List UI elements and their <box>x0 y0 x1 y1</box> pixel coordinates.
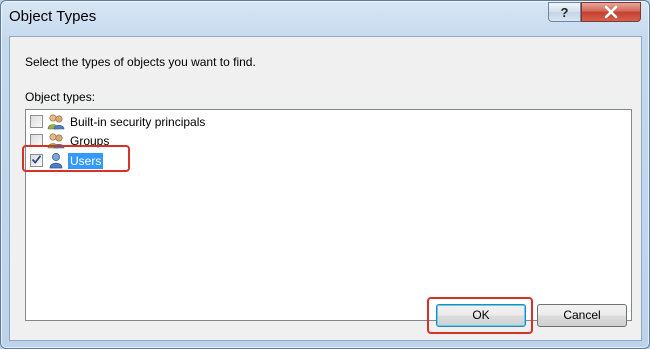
ok-button[interactable]: OK <box>436 304 526 327</box>
dialog-title: Object Types <box>9 8 97 25</box>
users-annotation-highlight <box>22 145 130 172</box>
checkbox-built-in-security-principals[interactable] <box>30 115 43 128</box>
group-users-icon <box>47 113 65 130</box>
dialog-body: Select the types of objects you want to … <box>9 36 642 341</box>
instruction-text: Select the types of objects you want to … <box>25 55 256 69</box>
close-button[interactable] <box>581 2 641 22</box>
list-item-built-in-security-principals[interactable]: Built-in security principals <box>30 112 207 131</box>
close-icon <box>604 5 618 23</box>
object-types-label: Object types: <box>25 90 96 104</box>
object-types-list[interactable]: Built-in security principals Groups User… <box>25 109 632 321</box>
cancel-button[interactable]: Cancel <box>537 304 627 327</box>
object-types-dialog: Object Types ? Select the types of objec… <box>0 0 650 349</box>
item-label: Built-in security principals <box>70 114 206 129</box>
help-button[interactable]: ? <box>548 2 581 22</box>
title-bar[interactable]: Object Types ? <box>1 1 649 35</box>
